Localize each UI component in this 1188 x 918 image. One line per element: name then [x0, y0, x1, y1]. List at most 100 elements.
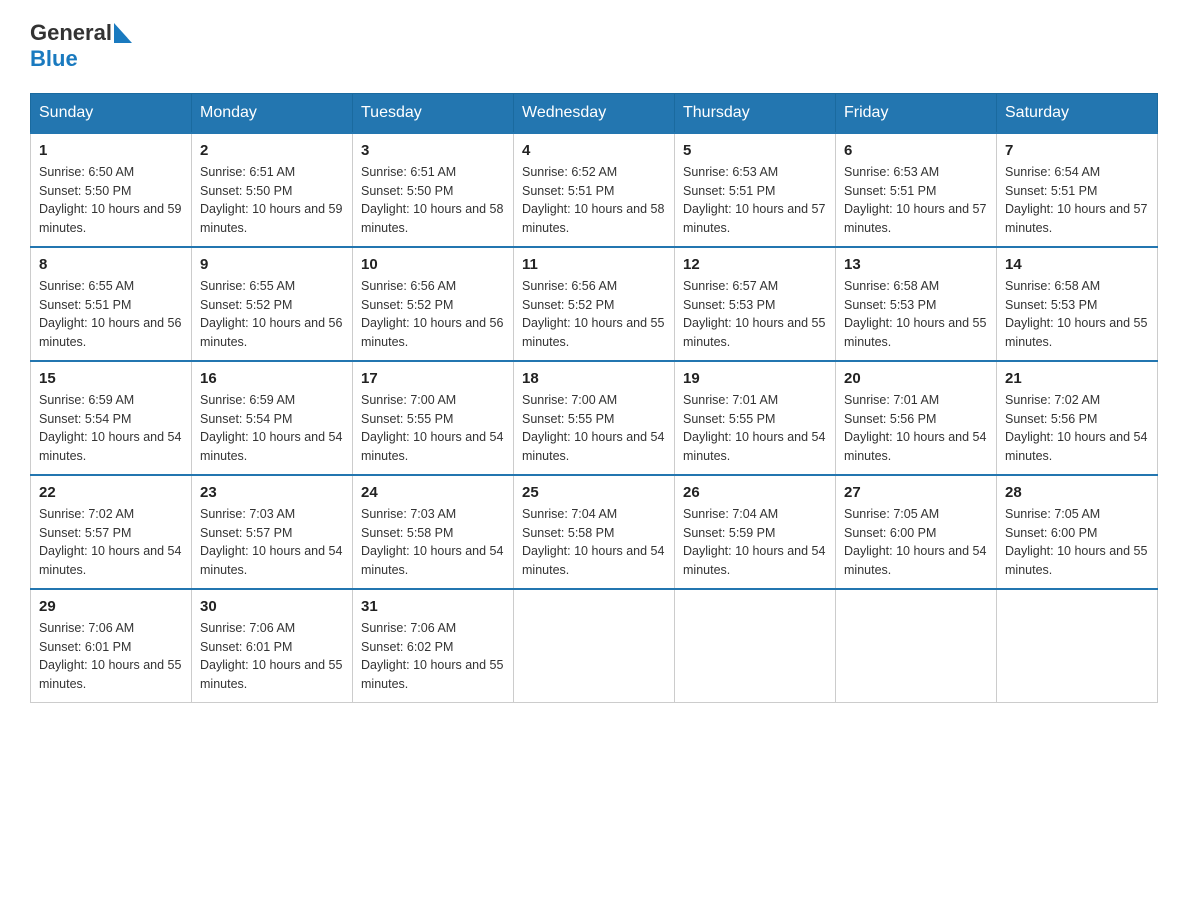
day-number: 25 [522, 484, 666, 501]
column-header-friday: Friday [836, 93, 997, 133]
calendar-cell: 14 Sunrise: 6:58 AMSunset: 5:53 PMDaylig… [997, 247, 1158, 361]
calendar-cell: 10 Sunrise: 6:56 AMSunset: 5:52 PMDaylig… [353, 247, 514, 361]
day-number: 26 [683, 484, 827, 501]
day-info: Sunrise: 7:00 AMSunset: 5:55 PMDaylight:… [522, 393, 664, 463]
day-number: 27 [844, 484, 988, 501]
calendar-header-row: SundayMondayTuesdayWednesdayThursdayFrid… [31, 93, 1158, 133]
calendar-cell: 13 Sunrise: 6:58 AMSunset: 5:53 PMDaylig… [836, 247, 997, 361]
calendar-cell: 3 Sunrise: 6:51 AMSunset: 5:50 PMDayligh… [353, 133, 514, 247]
calendar-week-1: 1 Sunrise: 6:50 AMSunset: 5:50 PMDayligh… [31, 133, 1158, 247]
calendar-cell: 11 Sunrise: 6:56 AMSunset: 5:52 PMDaylig… [514, 247, 675, 361]
calendar-cell: 1 Sunrise: 6:50 AMSunset: 5:50 PMDayligh… [31, 133, 192, 247]
day-number: 21 [1005, 370, 1149, 387]
logo: General Blue [30, 20, 132, 73]
calendar-cell: 27 Sunrise: 7:05 AMSunset: 6:00 PMDaylig… [836, 475, 997, 589]
calendar-week-4: 22 Sunrise: 7:02 AMSunset: 5:57 PMDaylig… [31, 475, 1158, 589]
day-info: Sunrise: 6:50 AMSunset: 5:50 PMDaylight:… [39, 165, 181, 235]
day-info: Sunrise: 7:06 AMSunset: 6:01 PMDaylight:… [39, 621, 181, 691]
day-number: 14 [1005, 256, 1149, 273]
day-number: 2 [200, 142, 344, 159]
calendar-cell: 8 Sunrise: 6:55 AMSunset: 5:51 PMDayligh… [31, 247, 192, 361]
day-info: Sunrise: 7:04 AMSunset: 5:58 PMDaylight:… [522, 507, 664, 577]
logo-text-general: General [30, 20, 112, 46]
calendar-cell: 23 Sunrise: 7:03 AMSunset: 5:57 PMDaylig… [192, 475, 353, 589]
day-info: Sunrise: 6:59 AMSunset: 5:54 PMDaylight:… [39, 393, 181, 463]
day-number: 10 [361, 256, 505, 273]
calendar-cell [997, 589, 1158, 703]
day-info: Sunrise: 6:51 AMSunset: 5:50 PMDaylight:… [200, 165, 342, 235]
day-info: Sunrise: 6:56 AMSunset: 5:52 PMDaylight:… [361, 279, 503, 349]
calendar-cell: 4 Sunrise: 6:52 AMSunset: 5:51 PMDayligh… [514, 133, 675, 247]
day-number: 15 [39, 370, 183, 387]
column-header-tuesday: Tuesday [353, 93, 514, 133]
day-info: Sunrise: 7:02 AMSunset: 5:57 PMDaylight:… [39, 507, 181, 577]
calendar-cell: 7 Sunrise: 6:54 AMSunset: 5:51 PMDayligh… [997, 133, 1158, 247]
calendar-cell: 12 Sunrise: 6:57 AMSunset: 5:53 PMDaylig… [675, 247, 836, 361]
calendar-cell: 26 Sunrise: 7:04 AMSunset: 5:59 PMDaylig… [675, 475, 836, 589]
day-number: 12 [683, 256, 827, 273]
day-info: Sunrise: 6:54 AMSunset: 5:51 PMDaylight:… [1005, 165, 1147, 235]
day-info: Sunrise: 6:56 AMSunset: 5:52 PMDaylight:… [522, 279, 664, 349]
day-info: Sunrise: 6:58 AMSunset: 5:53 PMDaylight:… [844, 279, 986, 349]
day-info: Sunrise: 7:06 AMSunset: 6:02 PMDaylight:… [361, 621, 503, 691]
calendar-cell: 28 Sunrise: 7:05 AMSunset: 6:00 PMDaylig… [997, 475, 1158, 589]
day-number: 20 [844, 370, 988, 387]
day-number: 31 [361, 598, 505, 615]
day-info: Sunrise: 7:05 AMSunset: 6:00 PMDaylight:… [844, 507, 986, 577]
day-number: 4 [522, 142, 666, 159]
day-info: Sunrise: 6:57 AMSunset: 5:53 PMDaylight:… [683, 279, 825, 349]
calendar-cell: 29 Sunrise: 7:06 AMSunset: 6:01 PMDaylig… [31, 589, 192, 703]
calendar-body: 1 Sunrise: 6:50 AMSunset: 5:50 PMDayligh… [31, 133, 1158, 703]
calendar-cell: 21 Sunrise: 7:02 AMSunset: 5:56 PMDaylig… [997, 361, 1158, 475]
day-number: 9 [200, 256, 344, 273]
day-info: Sunrise: 7:03 AMSunset: 5:57 PMDaylight:… [200, 507, 342, 577]
day-info: Sunrise: 7:03 AMSunset: 5:58 PMDaylight:… [361, 507, 503, 577]
day-info: Sunrise: 6:59 AMSunset: 5:54 PMDaylight:… [200, 393, 342, 463]
day-number: 11 [522, 256, 666, 273]
calendar-cell [836, 589, 997, 703]
column-header-sunday: Sunday [31, 93, 192, 133]
calendar-cell: 30 Sunrise: 7:06 AMSunset: 6:01 PMDaylig… [192, 589, 353, 703]
column-header-wednesday: Wednesday [514, 93, 675, 133]
day-number: 1 [39, 142, 183, 159]
page-header: General Blue [30, 20, 1158, 73]
column-header-monday: Monday [192, 93, 353, 133]
day-info: Sunrise: 6:58 AMSunset: 5:53 PMDaylight:… [1005, 279, 1147, 349]
day-info: Sunrise: 7:04 AMSunset: 5:59 PMDaylight:… [683, 507, 825, 577]
day-number: 19 [683, 370, 827, 387]
logo-text-blue: Blue [30, 46, 78, 71]
calendar-cell: 25 Sunrise: 7:04 AMSunset: 5:58 PMDaylig… [514, 475, 675, 589]
calendar-cell: 18 Sunrise: 7:00 AMSunset: 5:55 PMDaylig… [514, 361, 675, 475]
day-number: 29 [39, 598, 183, 615]
calendar-cell: 22 Sunrise: 7:02 AMSunset: 5:57 PMDaylig… [31, 475, 192, 589]
calendar-cell [675, 589, 836, 703]
calendar-cell: 20 Sunrise: 7:01 AMSunset: 5:56 PMDaylig… [836, 361, 997, 475]
calendar-cell: 17 Sunrise: 7:00 AMSunset: 5:55 PMDaylig… [353, 361, 514, 475]
day-number: 18 [522, 370, 666, 387]
day-number: 23 [200, 484, 344, 501]
calendar-week-5: 29 Sunrise: 7:06 AMSunset: 6:01 PMDaylig… [31, 589, 1158, 703]
logo-arrow-icon [114, 23, 132, 43]
day-number: 17 [361, 370, 505, 387]
column-header-thursday: Thursday [675, 93, 836, 133]
column-header-saturday: Saturday [997, 93, 1158, 133]
calendar-cell: 6 Sunrise: 6:53 AMSunset: 5:51 PMDayligh… [836, 133, 997, 247]
day-number: 28 [1005, 484, 1149, 501]
day-number: 24 [361, 484, 505, 501]
day-info: Sunrise: 6:52 AMSunset: 5:51 PMDaylight:… [522, 165, 664, 235]
day-info: Sunrise: 7:01 AMSunset: 5:56 PMDaylight:… [844, 393, 986, 463]
day-info: Sunrise: 7:02 AMSunset: 5:56 PMDaylight:… [1005, 393, 1147, 463]
day-number: 3 [361, 142, 505, 159]
day-number: 30 [200, 598, 344, 615]
day-number: 7 [1005, 142, 1149, 159]
day-number: 16 [200, 370, 344, 387]
day-number: 8 [39, 256, 183, 273]
day-info: Sunrise: 7:00 AMSunset: 5:55 PMDaylight:… [361, 393, 503, 463]
calendar-cell: 24 Sunrise: 7:03 AMSunset: 5:58 PMDaylig… [353, 475, 514, 589]
day-info: Sunrise: 7:05 AMSunset: 6:00 PMDaylight:… [1005, 507, 1147, 577]
calendar-cell: 31 Sunrise: 7:06 AMSunset: 6:02 PMDaylig… [353, 589, 514, 703]
day-info: Sunrise: 6:53 AMSunset: 5:51 PMDaylight:… [844, 165, 986, 235]
day-info: Sunrise: 6:55 AMSunset: 5:51 PMDaylight:… [39, 279, 181, 349]
calendar-week-3: 15 Sunrise: 6:59 AMSunset: 5:54 PMDaylig… [31, 361, 1158, 475]
day-number: 5 [683, 142, 827, 159]
